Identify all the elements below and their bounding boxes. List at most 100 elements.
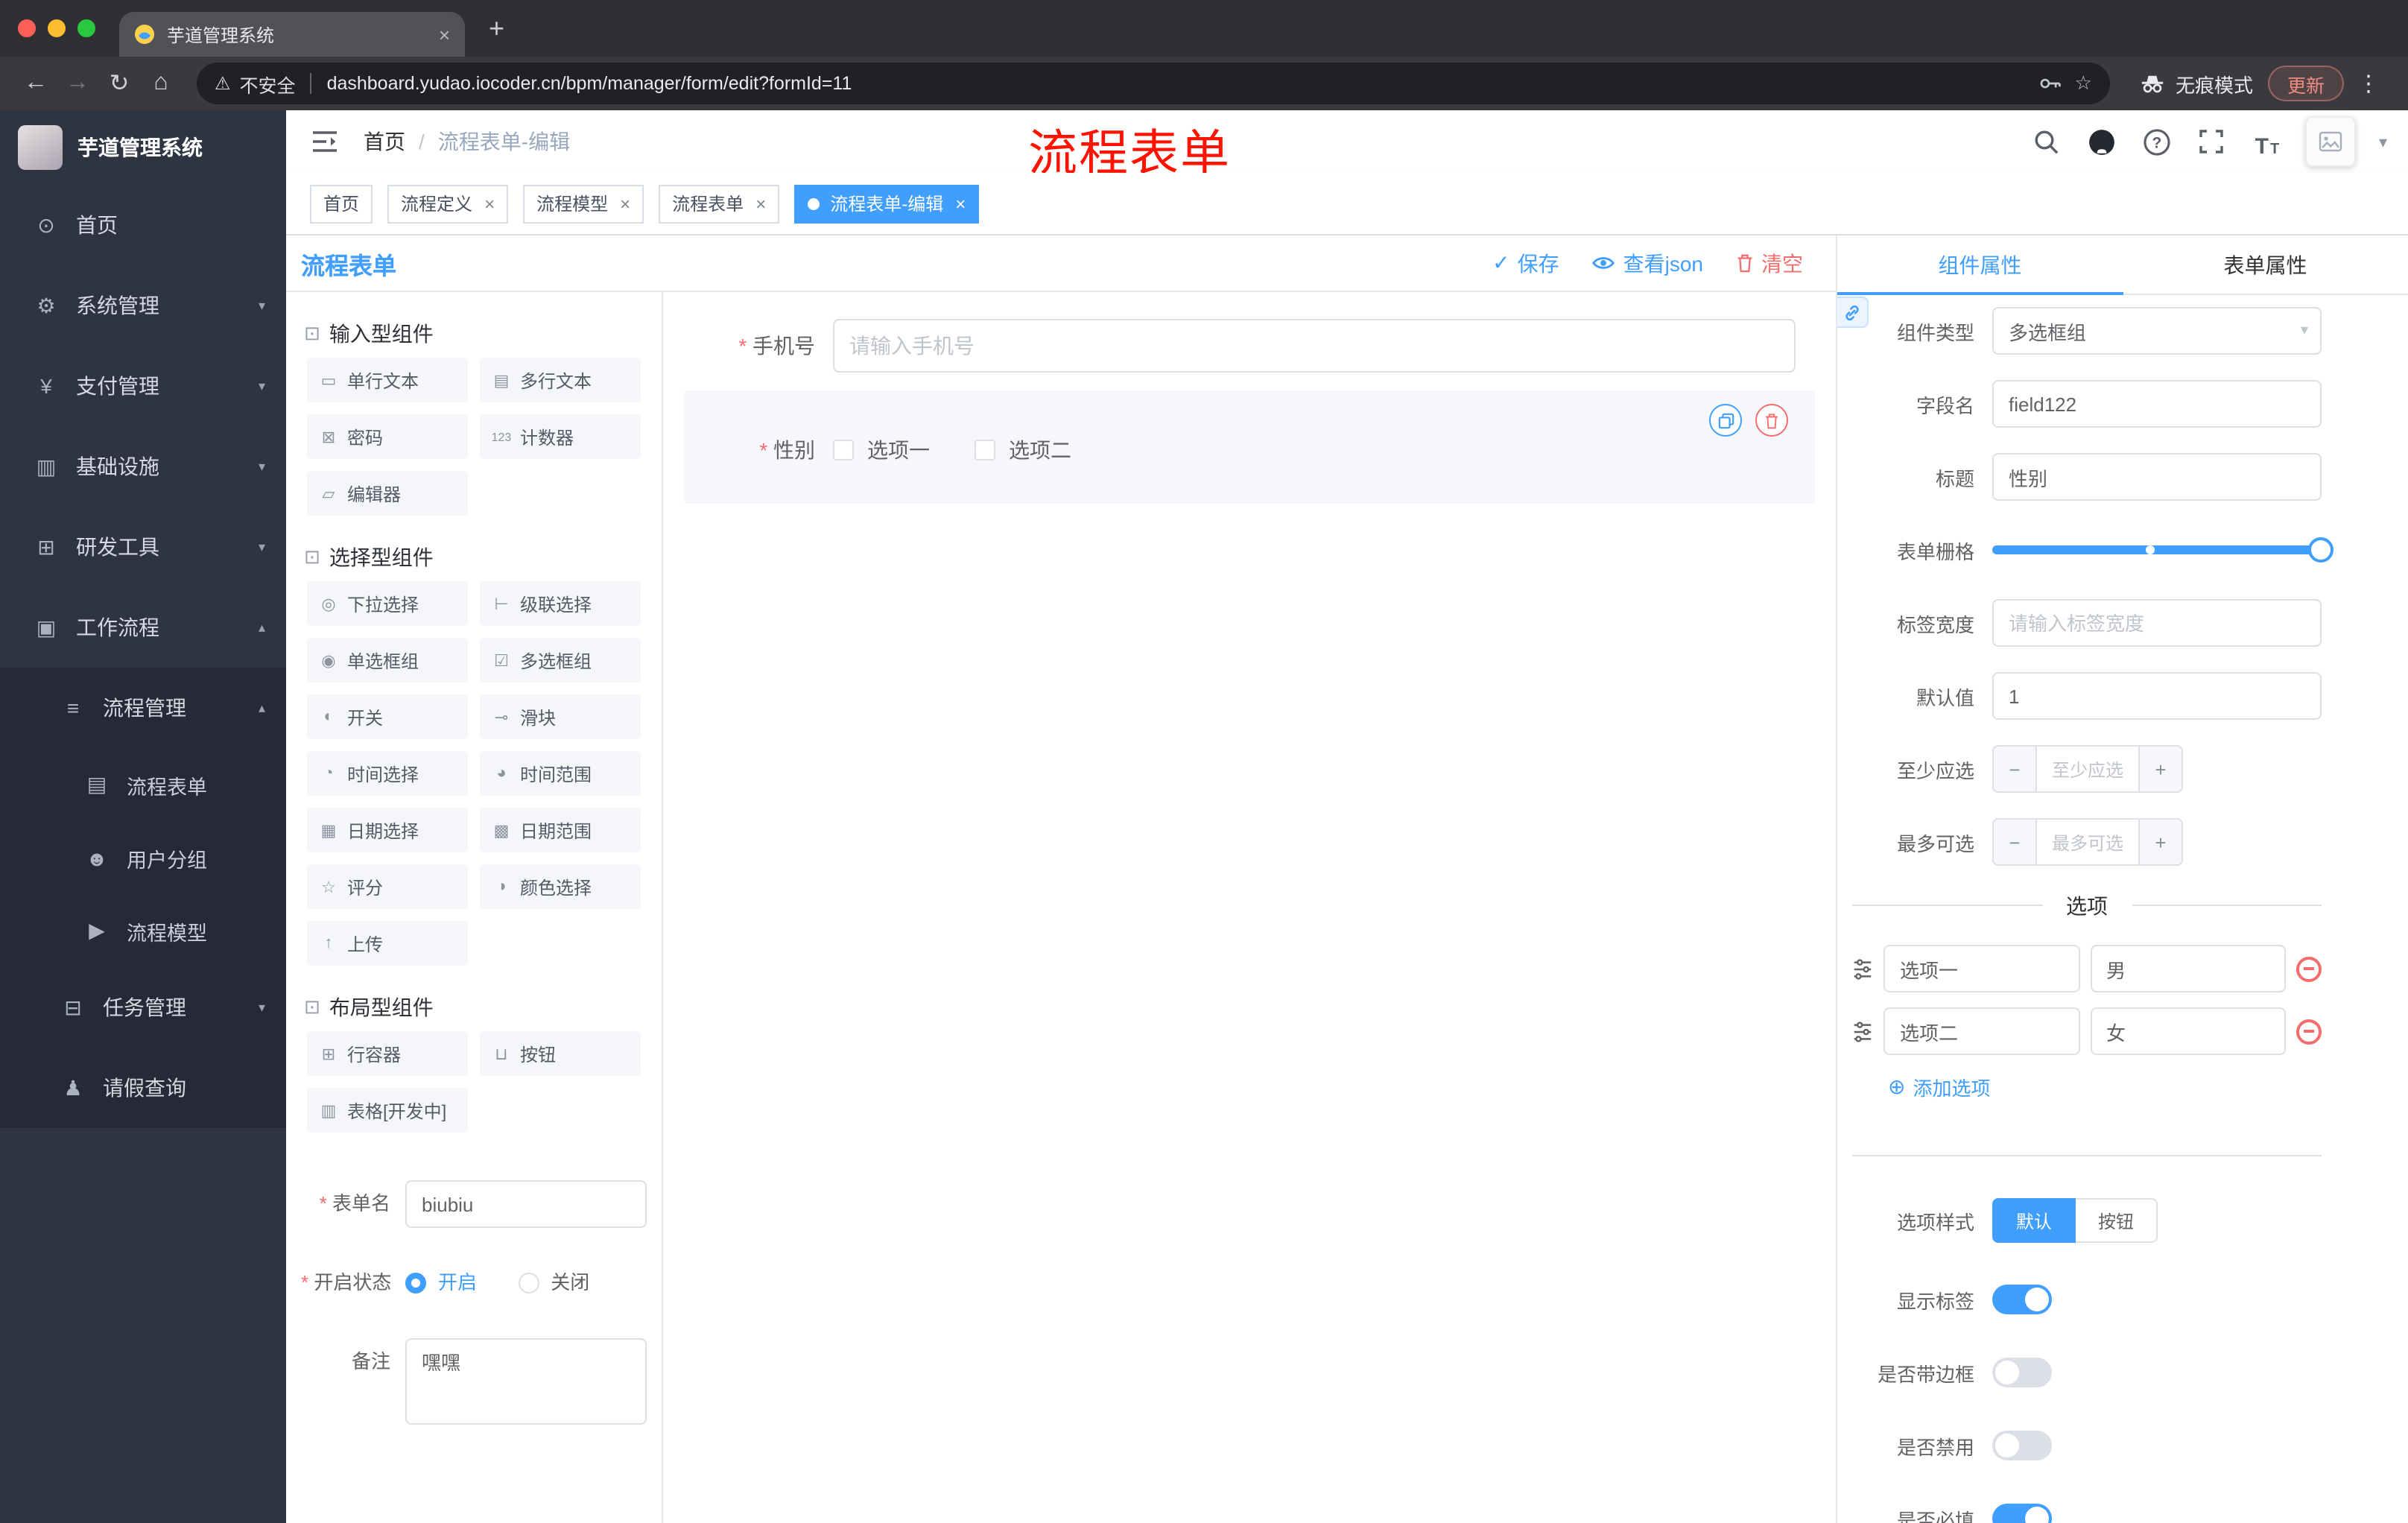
font-size-icon[interactable]: T T bbox=[2251, 125, 2284, 158]
back-icon[interactable]: ← bbox=[15, 63, 57, 104]
close-icon[interactable]: × bbox=[755, 193, 766, 214]
close-tab-icon[interactable]: × bbox=[439, 23, 450, 45]
slider-knob[interactable] bbox=[2308, 537, 2333, 563]
palette-item-date-picker[interactable]: ▦ 日期选择 bbox=[307, 808, 468, 852]
tab-process-model[interactable]: 流程模型 × bbox=[523, 184, 644, 223]
avatar[interactable] bbox=[2305, 116, 2357, 167]
palette-item-rate[interactable]: ☆ 评分 bbox=[307, 864, 468, 909]
sidebar-item-infrastructure[interactable]: ▥ 基础设施 ▾ bbox=[0, 426, 286, 507]
home-icon[interactable]: ⌂ bbox=[140, 63, 182, 104]
url-text[interactable]: dashboard.yudao.iocoder.cn/bpm/manager/f… bbox=[327, 73, 2027, 94]
palette-item-slider[interactable]: ⊸ 滑块 bbox=[480, 694, 641, 739]
drag-handle-icon[interactable] bbox=[1852, 957, 1873, 980]
bookmark-star-icon[interactable]: ☆ bbox=[2075, 72, 2092, 95]
add-option-button[interactable]: ⊕ 添加选项 bbox=[1888, 1073, 1991, 1101]
key-icon[interactable] bbox=[2039, 72, 2063, 95]
new-tab-button[interactable]: + bbox=[489, 13, 504, 44]
reload-icon[interactable]: ↻ bbox=[98, 63, 140, 104]
link-badge[interactable] bbox=[1837, 297, 1869, 328]
title-input[interactable] bbox=[1992, 453, 2322, 501]
palette-item-select[interactable]: ◎ 下拉选择 bbox=[307, 581, 468, 626]
tab-component-props[interactable]: 组件属性 bbox=[1837, 235, 2123, 294]
palette-item-time-range[interactable]: ◕ 时间范围 bbox=[480, 751, 641, 796]
tab-process-definition[interactable]: 流程定义 × bbox=[387, 184, 509, 223]
palette-item-counter[interactable]: 123 计数器 bbox=[480, 414, 641, 459]
sidebar-item-process-form[interactable]: ▤ 流程表单 bbox=[0, 748, 286, 821]
avatar-caret-icon[interactable]: ▾ bbox=[2379, 132, 2387, 151]
required-toggle[interactable] bbox=[1992, 1504, 2052, 1523]
palette-item-upload[interactable]: ↑ 上传 bbox=[307, 921, 468, 966]
sidebar-item-dev-tools[interactable]: ⊞ 研发工具 ▾ bbox=[0, 507, 286, 587]
palette-item-textarea[interactable]: ▤ 多行文本 bbox=[480, 358, 641, 402]
browser-menu-icon[interactable]: ⋮ bbox=[2357, 70, 2380, 97]
zoom-window-button[interactable] bbox=[77, 19, 95, 37]
sidebar-item-leave-query[interactable]: ♟ 请假查询 bbox=[0, 1048, 286, 1128]
field-name-input[interactable] bbox=[1992, 380, 2322, 428]
decrease-button[interactable]: − bbox=[1994, 747, 2037, 791]
slider-track[interactable] bbox=[1992, 537, 2333, 563]
tab-process-form[interactable]: 流程表单 × bbox=[659, 184, 780, 223]
sidebar-item-home[interactable]: ⊙ 首页 bbox=[0, 185, 286, 265]
min-select-value[interactable]: 至少应选 bbox=[2037, 747, 2138, 791]
palette-item-table[interactable]: ▥ 表格[开发中] bbox=[307, 1088, 468, 1133]
github-icon[interactable] bbox=[2085, 125, 2118, 158]
sidebar-item-process-management[interactable]: ≡ 流程管理 ▴ bbox=[0, 668, 286, 748]
option-label-input[interactable] bbox=[1883, 945, 2079, 992]
close-icon[interactable]: × bbox=[484, 193, 495, 214]
max-select-value[interactable]: 最多可选 bbox=[2037, 820, 2138, 864]
default-value-input[interactable] bbox=[1992, 672, 2322, 720]
increase-button[interactable]: + bbox=[2138, 820, 2182, 864]
widget-gender-selected[interactable]: 性别 选项一 选项二 bbox=[684, 390, 1815, 504]
forward-icon[interactable]: → bbox=[57, 63, 98, 104]
palette-item-date-range[interactable]: ▩ 日期范围 bbox=[480, 808, 641, 852]
option-value-input[interactable] bbox=[2090, 945, 2286, 992]
decrease-button[interactable]: − bbox=[1994, 820, 2037, 864]
view-json-button[interactable]: 查看json bbox=[1592, 248, 1703, 278]
palette-item-single-text[interactable]: ▭ 单行文本 bbox=[307, 358, 468, 402]
search-icon[interactable] bbox=[2030, 125, 2063, 158]
gender-checkbox-option1[interactable]: 选项一 bbox=[833, 435, 930, 465]
palette-item-row-container[interactable]: ⊞ 行容器 bbox=[307, 1031, 468, 1076]
help-icon[interactable]: ? bbox=[2141, 125, 2173, 158]
sidebar-item-payment-management[interactable]: ¥ 支付管理 ▾ bbox=[0, 346, 286, 426]
remove-option-button[interactable] bbox=[2296, 1019, 2322, 1044]
grid-slider[interactable] bbox=[1992, 526, 2333, 574]
status-radio-on[interactable]: 开启 bbox=[405, 1259, 477, 1307]
palette-item-time-picker[interactable]: ◔ 时间选择 bbox=[307, 751, 468, 796]
widget-phone[interactable]: 手机号 bbox=[684, 316, 1815, 376]
palette-item-password[interactable]: ⊠ 密码 bbox=[307, 414, 468, 459]
palette-item-button[interactable]: ⊔ 按钮 bbox=[480, 1031, 641, 1076]
clear-button[interactable]: 清空 bbox=[1736, 248, 1803, 278]
remove-option-button[interactable] bbox=[2296, 956, 2322, 981]
tab-form-props[interactable]: 表单属性 bbox=[2123, 235, 2408, 294]
copy-widget-button[interactable] bbox=[1709, 404, 1742, 437]
browser-update-button[interactable]: 更新 bbox=[2267, 66, 2344, 101]
style-default-button[interactable]: 默认 bbox=[1992, 1198, 2076, 1243]
minimize-window-button[interactable] bbox=[48, 19, 66, 37]
tab-process-form-edit[interactable]: 流程表单-编辑 × bbox=[794, 184, 980, 223]
save-button[interactable]: ✓ 保存 bbox=[1492, 248, 1559, 278]
tab-home[interactable]: 首页 bbox=[310, 184, 373, 223]
close-window-button[interactable] bbox=[18, 19, 36, 37]
gender-checkbox-option2[interactable]: 选项二 bbox=[975, 435, 1071, 465]
palette-item-radio-group[interactable]: ◉ 单选框组 bbox=[307, 638, 468, 683]
sidebar-item-process-model[interactable]: ▶ 流程模型 bbox=[0, 894, 286, 967]
show-label-toggle[interactable] bbox=[1992, 1285, 2052, 1314]
sidebar-item-task-management[interactable]: ⊟ 任务管理 ▾ bbox=[0, 967, 286, 1048]
security-indicator[interactable]: ⚠ 不安全 bbox=[215, 69, 296, 98]
sidebar-item-system-management[interactable]: ⚙ 系统管理 ▾ bbox=[0, 265, 286, 346]
form-name-input[interactable] bbox=[405, 1180, 647, 1228]
form-remark-input[interactable]: 嘿嘿 bbox=[405, 1338, 647, 1425]
close-icon[interactable]: × bbox=[955, 193, 966, 214]
palette-item-checkbox-group[interactable]: ☑ 多选框组 bbox=[480, 638, 641, 683]
sidebar-item-user-group[interactable]: ☻ 用户分组 bbox=[0, 821, 286, 894]
label-width-input[interactable] bbox=[1992, 599, 2322, 647]
address-bar[interactable]: ⚠ 不安全 dashboard.yudao.iocoder.cn/bpm/man… bbox=[197, 63, 2110, 104]
border-toggle[interactable] bbox=[1992, 1358, 2052, 1387]
disabled-toggle[interactable] bbox=[1992, 1431, 2052, 1460]
drag-handle-icon[interactable] bbox=[1852, 1020, 1873, 1042]
option-label-input[interactable] bbox=[1883, 1007, 2079, 1055]
palette-item-editor[interactable]: ▱ 编辑器 bbox=[307, 471, 468, 516]
browser-tab[interactable]: 芋道管理系统 × bbox=[119, 12, 465, 57]
status-radio-off[interactable]: 关闭 bbox=[518, 1259, 589, 1307]
